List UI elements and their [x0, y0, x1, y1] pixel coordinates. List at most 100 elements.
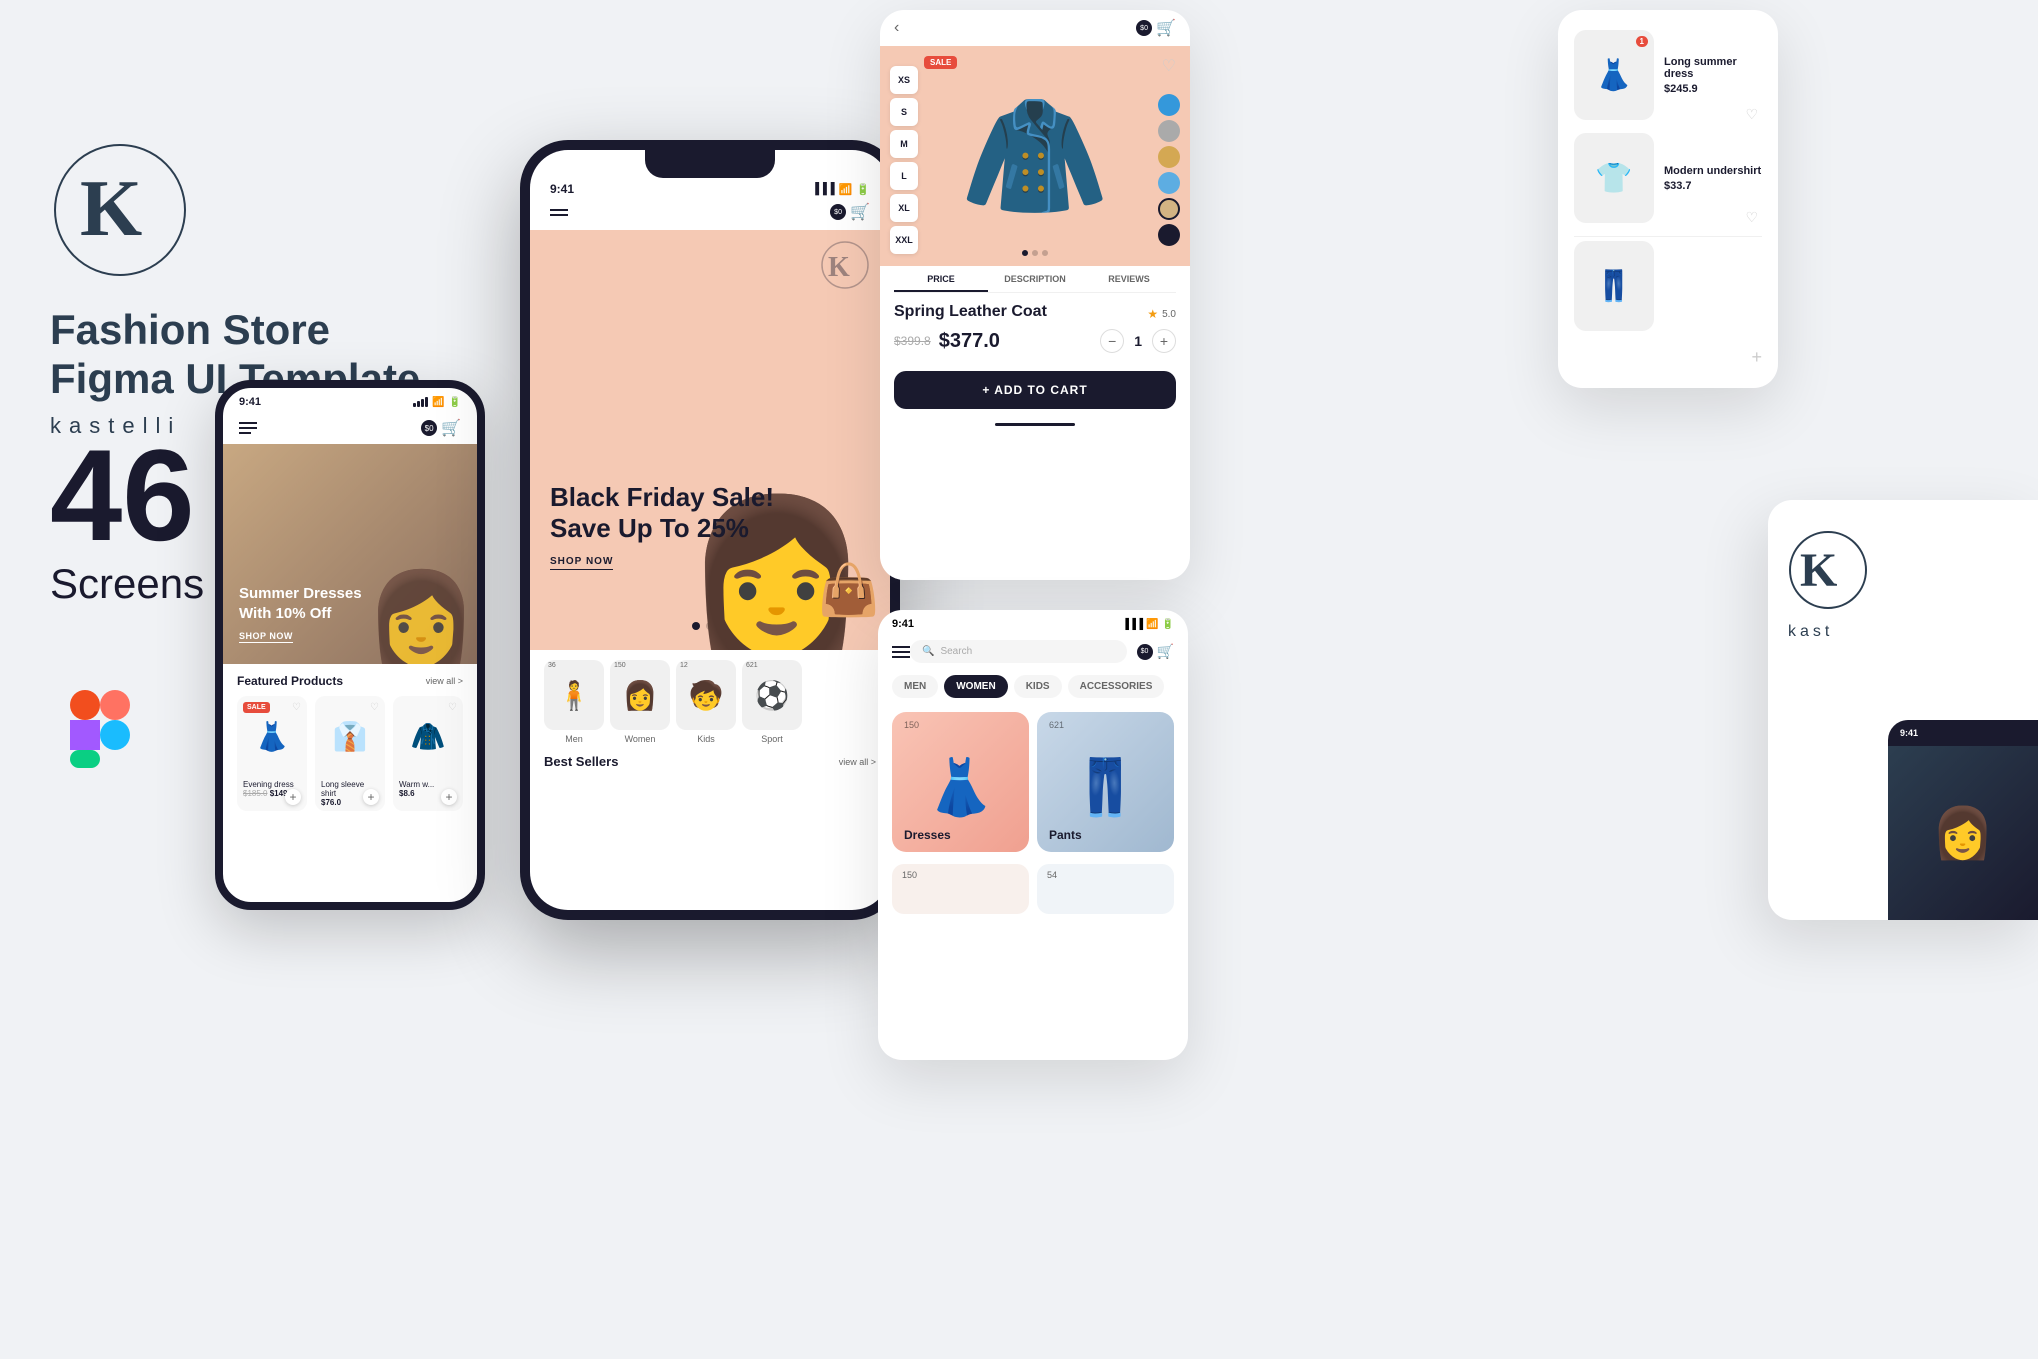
filter-men[interactable]: MEN: [892, 675, 938, 698]
product-rating: ★ 5.0: [1147, 307, 1176, 321]
kastelli-name-right: kast: [1788, 623, 2018, 641]
tab-description[interactable]: DESCRIPTION: [988, 266, 1082, 292]
brand-title-line1: Fashion Store: [50, 305, 420, 355]
product-name: Spring Leather Coat: [894, 303, 1047, 321]
color-gold[interactable]: [1158, 146, 1180, 168]
category-sport[interactable]: 621 ⚽ Sport: [742, 660, 802, 744]
category-men-label: Men: [565, 734, 583, 744]
heart-icon-2[interactable]: ♡: [370, 702, 379, 713]
cat-pants[interactable]: 621 👖 Pants: [1037, 712, 1174, 852]
home-indicator: [995, 423, 1075, 426]
tab-reviews[interactable]: REVIEWS: [1082, 266, 1176, 292]
small-time: 9:41: [239, 396, 261, 408]
small-nav: $0 🛒: [223, 412, 477, 444]
heart-icon-3[interactable]: ♡: [448, 702, 457, 713]
img-dot-2[interactable]: [1032, 250, 1038, 256]
brand-logo: K: [50, 140, 190, 280]
color-gray[interactable]: [1158, 120, 1180, 142]
cat-grid: 150 👗 Dresses 621 👖 Pants: [878, 704, 1188, 860]
filter-women[interactable]: WOMEN: [944, 675, 1007, 698]
add-button-3[interactable]: +: [441, 789, 457, 805]
price-row: $399.8 $377.0 − 1 +: [894, 329, 1176, 353]
large-cart-icon[interactable]: $0 🛒: [830, 202, 870, 222]
img-dot-3[interactable]: [1042, 250, 1048, 256]
category-women-label: Women: [625, 734, 656, 744]
product-card-2[interactable]: ♡ 👔 + Long sleeve shirt $76.0: [315, 696, 385, 811]
menu-icon[interactable]: [239, 422, 257, 434]
add-button-2[interactable]: +: [363, 789, 379, 805]
cat-dresses[interactable]: 150 👗 Dresses: [892, 712, 1029, 852]
category-kids[interactable]: 12 🧒 Kids: [676, 660, 736, 744]
search-icon: 🔍: [922, 646, 934, 657]
cat-nav: 🔍 Search $0 🛒: [878, 634, 1188, 669]
size-xl[interactable]: XL: [890, 194, 918, 222]
filter-kids[interactable]: KIDS: [1014, 675, 1062, 698]
rpl-price-2: $33.7: [1664, 180, 1761, 192]
size-s[interactable]: S: [890, 98, 918, 126]
best-sellers-title: Best Sellers: [544, 754, 618, 769]
rpl-img-2: 👕: [1574, 133, 1654, 223]
mini-phone-preview: 9:41 👩: [1888, 720, 2038, 920]
rpl-img-3: 👖: [1574, 241, 1654, 331]
qty-minus[interactable]: −: [1100, 329, 1124, 353]
category-women[interactable]: 150 👩 Women: [610, 660, 670, 744]
figma-logo: [60, 680, 150, 770]
heart-icon[interactable]: ♡: [292, 702, 301, 713]
qty-value: 1: [1134, 333, 1142, 349]
add-to-cart-button[interactable]: + ADD TO CART: [894, 371, 1176, 409]
rpl-name-1: Long summer dress: [1664, 56, 1762, 80]
size-xxl[interactable]: XXL: [890, 226, 918, 254]
cart-icon[interactable]: $0 🛒: [421, 418, 461, 438]
best-sellers-view-all[interactable]: view all >: [839, 757, 876, 767]
back-button[interactable]: ‹: [894, 19, 899, 37]
detail-header: ‹ $0 🛒: [880, 10, 1190, 46]
detail-sale-badge: SALE: [924, 56, 957, 69]
add-button-1[interactable]: +: [285, 789, 301, 805]
small-shop-now[interactable]: SHOP NOW: [239, 631, 293, 643]
qty-plus[interactable]: +: [1152, 329, 1176, 353]
large-shop-now[interactable]: SHOP NOW: [550, 556, 613, 570]
cat-cart[interactable]: $0 🛒: [1137, 643, 1174, 660]
large-menu-icon[interactable]: [550, 209, 568, 216]
detail-heart-icon[interactable]: ♡: [1162, 56, 1176, 76]
small-hero-banner: 👩 Summer DressesWith 10% Off SHOP NOW: [223, 444, 477, 664]
color-blue[interactable]: [1158, 94, 1180, 116]
product-image-area: SALE ♡ XS S M L XL XXL 🧥: [880, 46, 1190, 266]
kastelli-right-panel: K kast 9:41 👩: [1768, 500, 2038, 920]
filter-accessories[interactable]: ACCESSORIES: [1068, 675, 1165, 698]
category-men[interactable]: 36 🧍 Men: [544, 660, 604, 744]
cat-time: 9:41: [892, 618, 914, 630]
count-section: 46 Screens: [50, 430, 204, 608]
rpl-emoji-3: 👖: [1595, 269, 1632, 304]
count-item-54[interactable]: 54: [1037, 864, 1174, 914]
product-card-3[interactable]: ♡ 🧥 + Warm w... $8.6: [393, 696, 463, 811]
cat-menu-icon[interactable]: [892, 646, 910, 658]
large-hero-banner: K 👩 👜 Black Friday Sale!Save Up To 25% S…: [530, 230, 890, 650]
detail-cart[interactable]: $0 🛒: [1136, 18, 1176, 38]
color-dark[interactable]: [1158, 224, 1180, 246]
category-kids-label: Kids: [697, 734, 715, 744]
product-name-3: Warm w...: [399, 780, 457, 789]
detail-tabs: PRICE DESCRIPTION REVIEWS: [894, 266, 1176, 293]
rpl-name-2: Modern undershirt: [1664, 165, 1761, 177]
product-card-1[interactable]: SALE ♡ 👗 + Evening dress $185.0 $149.9: [237, 696, 307, 811]
size-xs[interactable]: XS: [890, 66, 918, 94]
color-tan-selected[interactable]: [1158, 198, 1180, 220]
small-hero-text: Summer DressesWith 10% Off: [239, 584, 362, 623]
rpl-emoji-2: 👕: [1595, 161, 1632, 196]
rpl-badge-1: 1: [1636, 36, 1648, 47]
search-bar[interactable]: 🔍 Search: [910, 640, 1127, 663]
size-m[interactable]: M: [890, 130, 918, 158]
img-dot-1[interactable]: [1022, 250, 1028, 256]
size-l[interactable]: L: [890, 162, 918, 190]
rpl-item-3: 👖: [1574, 241, 1762, 331]
kastelli-logo-right: K: [1788, 530, 1868, 610]
best-sellers-section: Best Sellers view all >: [530, 754, 890, 769]
category-sport-label: Sport: [761, 734, 783, 744]
count-item-150[interactable]: 150: [892, 864, 1029, 914]
color-lightblue[interactable]: [1158, 172, 1180, 194]
view-all-link[interactable]: view all >: [426, 676, 463, 686]
featured-title: Featured Products: [237, 674, 343, 688]
add-more-icon[interactable]: +: [1574, 347, 1762, 368]
tab-price[interactable]: PRICE: [894, 266, 988, 292]
